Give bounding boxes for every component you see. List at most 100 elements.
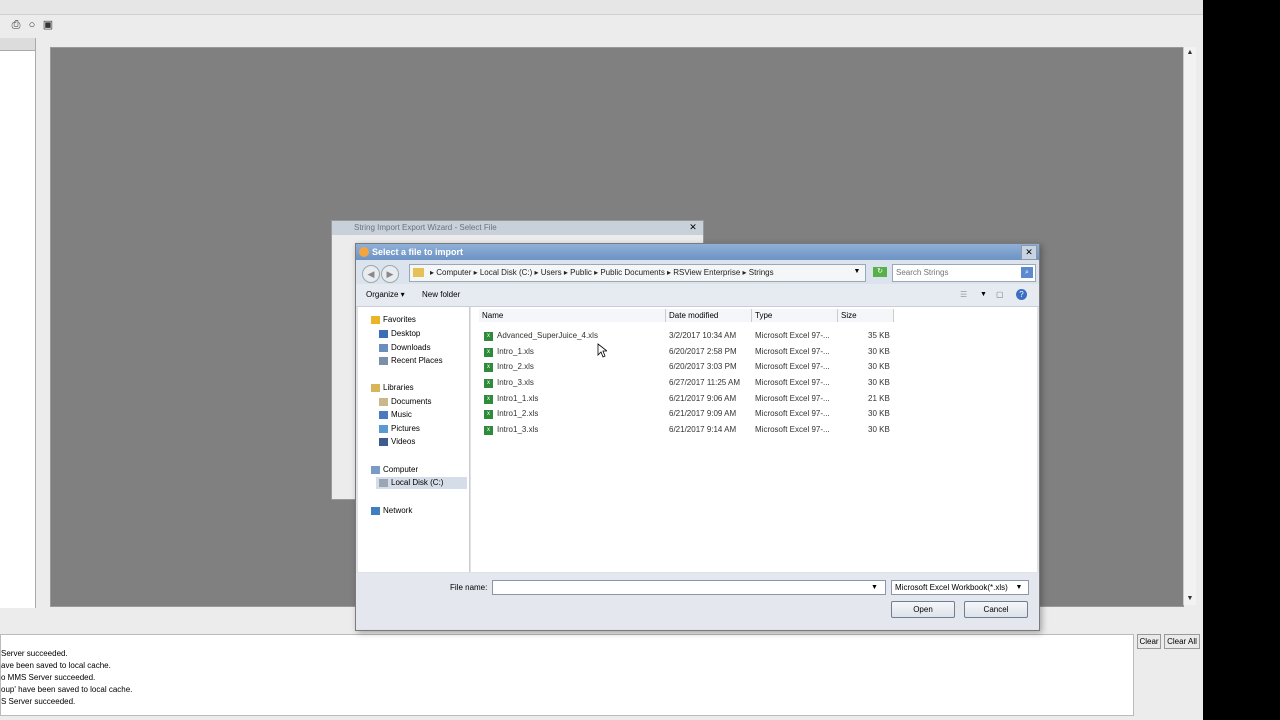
file-row[interactable]: x Intro_2.xls 6/20/2017 3:03 PM Microsof…	[482, 360, 902, 374]
help-icon[interactable]: ?	[1016, 289, 1027, 300]
organize-menu[interactable]: Organize ▾	[366, 289, 405, 301]
scroll-up-icon[interactable]: ▲	[1184, 47, 1196, 59]
search-box[interactable]: ⌕	[892, 264, 1036, 282]
window-icon[interactable]: ▣	[41, 18, 55, 32]
wizard-titlebar: String Import Export Wizard - Select Fil…	[332, 221, 703, 235]
refresh-icon[interactable]: ↻	[873, 267, 887, 277]
nav-label: Videos	[391, 437, 416, 446]
nav-label: Music	[391, 410, 412, 419]
new-folder-button[interactable]: New folder	[422, 289, 460, 301]
file-name-dropdown-icon[interactable]: ▼	[869, 581, 880, 594]
left-pane-header	[0, 38, 35, 51]
network-icon	[371, 506, 380, 515]
file-date: 6/21/2017 9:14 AM	[669, 425, 737, 434]
nav-videos[interactable]: Videos	[379, 436, 415, 448]
file-type-value: Microsoft Excel Workbook(*.xls)	[895, 583, 1008, 592]
view-icon[interactable]: ☰	[960, 289, 967, 301]
open-button[interactable]: Open	[891, 601, 955, 618]
file-type: Microsoft Excel 97-...	[755, 331, 830, 340]
column-type[interactable]: Type	[752, 309, 838, 322]
file-row[interactable]: x Intro_1.xls 6/20/2017 2:58 PM Microsof…	[482, 345, 902, 359]
nav-label: Desktop	[391, 329, 421, 338]
address-path: ▸ Computer ▸ Local Disk (C:) ▸ Users ▸ P…	[430, 268, 774, 277]
nav-favorites[interactable]: Favorites	[371, 314, 416, 326]
cancel-button[interactable]: Cancel	[964, 601, 1028, 618]
file-type-select[interactable]: Microsoft Excel Workbook(*.xls)	[891, 580, 1029, 595]
excel-file-icon: x	[484, 410, 493, 419]
disk-icon	[379, 478, 388, 487]
star-icon	[371, 315, 380, 324]
pictures-icon	[379, 424, 388, 433]
clear-all-button[interactable]: Clear All	[1164, 634, 1200, 649]
documents-icon	[379, 397, 388, 406]
music-icon	[379, 410, 388, 419]
output-line: oup' have been saved to local cache.	[1, 685, 133, 694]
nav-music[interactable]: Music	[379, 409, 412, 421]
videos-icon	[379, 437, 388, 446]
output-line: Server succeeded.	[1, 649, 68, 658]
nav-downloads[interactable]: Downloads	[379, 342, 431, 354]
nav-documents[interactable]: Documents	[379, 396, 431, 408]
file-size: 35 KB	[868, 331, 890, 340]
circle-icon[interactable]: ○	[25, 18, 39, 32]
file-date: 3/2/2017 10:34 AM	[669, 331, 737, 340]
printer-icon[interactable]: ⎙	[9, 18, 23, 32]
file-name: Intro1_3.xls	[497, 425, 539, 434]
downloads-icon	[379, 343, 388, 352]
nav-network[interactable]: Network	[371, 505, 412, 517]
nav-pictures[interactable]: Pictures	[379, 423, 420, 435]
file-name-input[interactable]	[492, 580, 886, 595]
nav-label: Computer	[383, 465, 419, 474]
forward-icon[interactable]: ▶	[381, 265, 399, 283]
file-name: Advanced_SuperJuice_4.xls	[497, 331, 598, 340]
excel-file-icon: x	[484, 426, 493, 435]
file-row[interactable]: x Intro1_3.xls 6/21/2017 9:14 AM Microso…	[482, 423, 902, 437]
nav-label: Downloads	[391, 343, 431, 352]
view-dropdown-icon[interactable]: ▼	[980, 289, 987, 301]
toolbar	[0, 15, 1203, 37]
clear-button[interactable]: Clear	[1137, 634, 1161, 649]
file-type-dropdown-icon[interactable]: ▼	[1014, 581, 1024, 594]
file-row[interactable]: x Intro_3.xls 6/27/2017 11:25 AM Microso…	[482, 376, 902, 390]
file-type: Microsoft Excel 97-...	[755, 409, 830, 418]
scroll-down-icon[interactable]: ▼	[1184, 593, 1196, 605]
file-name: Intro1_1.xls	[497, 394, 539, 403]
file-row[interactable]: x Advanced_SuperJuice_4.xls 3/2/2017 10:…	[482, 329, 902, 343]
column-date-modified[interactable]: Date modified	[666, 309, 752, 322]
address-bar[interactable]: ▸ Computer ▸ Local Disk (C:) ▸ Users ▸ P…	[409, 264, 866, 282]
file-dialog: Select a file to import ✕ ◀ ▶ ▸ Computer…	[355, 243, 1040, 631]
search-input[interactable]	[893, 265, 1019, 279]
file-type: Microsoft Excel 97-...	[755, 378, 830, 387]
output-line: ave been saved to local cache.	[1, 661, 111, 670]
address-dropdown-icon[interactable]: ▼	[851, 264, 863, 280]
file-size: 21 KB	[868, 394, 890, 403]
nav-label: Pictures	[391, 424, 420, 433]
file-name: Intro_3.xls	[497, 378, 534, 387]
workspace-scrollbar[interactable]: ▲ ▼	[1183, 47, 1196, 605]
nav-libraries[interactable]: Libraries	[371, 382, 414, 394]
column-size[interactable]: Size	[838, 309, 894, 322]
file-type: Microsoft Excel 97-...	[755, 347, 830, 356]
file-size: 30 KB	[868, 409, 890, 418]
file-type: Microsoft Excel 97-...	[755, 425, 830, 434]
file-type: Microsoft Excel 97-...	[755, 394, 830, 403]
excel-file-icon: x	[484, 348, 493, 357]
nav-computer[interactable]: Computer	[371, 464, 418, 476]
preview-pane-icon[interactable]: ▢	[996, 289, 1004, 301]
nav-local-disk[interactable]: Local Disk (C:)	[376, 477, 467, 489]
dialog-close-icon[interactable]: ✕	[1021, 245, 1037, 260]
wizard-close-icon[interactable]: ✕	[687, 222, 699, 233]
nav-desktop[interactable]: Desktop	[379, 328, 420, 340]
navigation-pane: Favorites Desktop Downloads Recent Place…	[358, 307, 470, 572]
dialog-title: Select a file to import	[372, 247, 464, 257]
search-icon[interactable]: ⌕	[1021, 267, 1033, 278]
output-line: o MMS Server succeeded.	[1, 673, 96, 682]
nav-recent-places[interactable]: Recent Places	[379, 355, 443, 367]
nav-label: Local Disk (C:)	[391, 478, 444, 487]
nav-label: Network	[383, 506, 413, 515]
column-name[interactable]: Name	[479, 309, 666, 322]
back-icon[interactable]: ◀	[362, 265, 380, 283]
file-row[interactable]: x Intro1_1.xls 6/21/2017 9:06 AM Microso…	[482, 392, 902, 406]
file-row[interactable]: x Intro1_2.xls 6/21/2017 9:09 AM Microso…	[482, 407, 902, 421]
file-name: Intro_2.xls	[497, 362, 534, 371]
